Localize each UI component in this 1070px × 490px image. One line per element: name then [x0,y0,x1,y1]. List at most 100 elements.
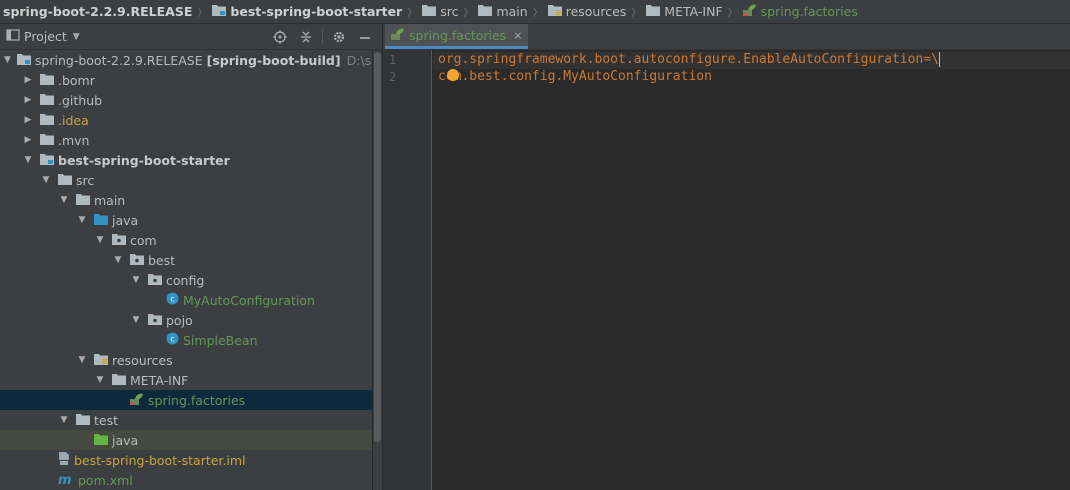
code-line-1[interactable]: org.springframework.boot.autoconfigure.E… [438,52,940,67]
breadcrumb-item[interactable]: src [420,0,460,23]
line-number: 1 [389,53,397,67]
intention-bulb-icon[interactable] [447,69,459,81]
tree-scrollbar[interactable] [373,50,382,490]
tree-node-label: .mvn [58,132,90,148]
chevron-down-icon[interactable]: ▼ [76,350,88,370]
tree-node[interactable]: ▼ src [0,170,372,190]
breadcrumb-item[interactable]: resources [546,0,629,23]
tree-node[interactable]: ▼ best [0,250,372,270]
tree-node[interactable]: ▶ .idea [0,110,372,130]
module-build-name: [spring-boot-build] [206,52,341,68]
collapse-all-icon[interactable] [293,24,319,49]
tree-node[interactable]: c MyAutoConfiguration [0,290,372,310]
svg-text:c: c [170,335,174,344]
project-tool-header: Project ▼ [0,24,382,50]
folder-icon [58,173,72,188]
package-icon [130,253,144,268]
breadcrumb-item[interactable]: main [476,0,529,23]
chevron-right-icon[interactable]: ▶ [22,90,34,110]
tree-node-label: src [76,172,95,188]
chevron-down-icon[interactable]: ▼ [94,230,106,250]
chevron-down-icon[interactable]: ▼ [94,370,106,390]
tree-node-label: resources [112,352,173,368]
source-folder-icon [94,213,108,228]
tree-node[interactable]: ▼ best-spring-boot-starter [0,150,372,170]
close-icon[interactable]: × [513,29,522,42]
code-editor[interactable]: org.springframework.boot.autoconfigure.E… [433,50,1070,490]
folder-icon [40,113,54,128]
package-icon [148,313,162,328]
maven-icon: m [58,473,74,488]
navigation-breadcrumb: spring-boot-2.2.9.RELEASE 〉 best-spring-bo… [0,0,1070,24]
chevron-down-icon[interactable]: ▼ [58,410,70,430]
breadcrumb-separator: 〉 [407,8,418,19]
chevron-down-icon[interactable]: ▼ [58,190,70,210]
iml-file-icon [58,451,70,469]
tree-node[interactable]: java [0,430,372,450]
tree-node[interactable]: ▼ test [0,410,372,430]
breadcrumb-item[interactable]: META-INF [644,0,724,23]
tree-node[interactable]: ▼ com [0,230,372,250]
tree-node[interactable]: ▼ java [0,210,372,230]
chevron-right-icon[interactable]: ▶ [22,70,34,90]
tree-node[interactable]: ▼ resources [0,350,372,370]
chevron-down-icon[interactable]: ▼ [76,210,88,230]
tree-node-label: SimpleBean [183,332,258,348]
code-text: com.best.config.MyAutoConfiguration [438,69,712,84]
chevron-down-icon[interactable]: ▼ [130,270,142,290]
chevron-down-icon[interactable]: ▼ [40,170,52,190]
tree-node[interactable]: ▼ main [0,190,372,210]
code-text: org.springframework.boot.autoconfigure.E… [438,52,939,67]
chevron-down-icon[interactable]: ▼ [4,50,11,70]
locate-icon[interactable] [267,24,293,49]
chevron-down-icon[interactable]: ▼ [130,310,142,330]
tree-node[interactable]: ▼ config [0,270,372,290]
spring-leaf-icon [130,393,144,408]
tree-node-label: test [94,412,119,428]
tab-label: spring.factories [409,27,507,43]
project-tree[interactable]: ▼ spring-boot-2.2.9.RELEASE [spring-boot-b… [0,50,372,490]
breadcrumb-item[interactable]: spring-boot-2.2.9.RELEASE [0,0,194,23]
tab-spring-factories[interactable]: spring.factories × [385,24,529,49]
tree-node[interactable]: m pom.xml [0,470,372,490]
chevron-down-icon[interactable]: ▼ [22,150,34,170]
tree-scrollbar-thumb[interactable] [374,52,381,442]
tree-node[interactable]: ▼ spring-boot-2.2.9.RELEASE [spring-boot-b… [0,50,372,70]
tree-node[interactable]: ▼ META-INF [0,370,372,390]
gear-icon[interactable] [326,24,352,49]
tree-node[interactable]: ▶ .github [0,90,372,110]
package-icon [112,233,126,248]
chevron-down-icon[interactable]: ▼ [112,250,124,270]
project-view-selector[interactable]: Project ▼ [6,28,80,45]
project-window-icon [6,28,20,45]
svg-text:c: c [170,295,174,304]
chevron-right-icon[interactable]: ▶ [22,110,34,130]
module-path: D:\source\ [346,52,372,68]
tree-node[interactable]: ▼ pojo [0,310,372,330]
tree-node-label: java [112,432,139,448]
hide-icon[interactable] [352,24,378,49]
folder-icon [76,413,90,428]
breadcrumb-item[interactable]: spring.factories [741,0,860,23]
module-folder-icon [40,153,54,168]
tree-node[interactable]: ▶ .bomr [0,70,372,90]
class-icon: c [166,292,179,308]
chevron-right-icon[interactable]: ▶ [22,130,34,150]
editor-gutter: 1 2 [383,50,432,490]
breadcrumb-label: resources [565,4,627,19]
tree-node[interactable]: spring.factories [0,390,372,410]
tree-node-label: pom.xml [78,472,133,488]
tree-node[interactable]: c SimpleBean [0,330,372,350]
tree-node-label: best-spring-boot-starter.iml [74,452,246,468]
tree-node[interactable]: ▶ .mvn [0,130,372,150]
module-folder-icon [16,53,31,68]
breadcrumb-item[interactable]: best-spring-boot-starter [210,0,404,23]
code-line-2[interactable]: com.best.config.MyAutoConfiguration [438,69,712,84]
folder-icon [478,4,493,19]
module-folder-icon [212,4,227,19]
tree-node[interactable]: best-spring-boot-starter.iml [0,450,372,470]
